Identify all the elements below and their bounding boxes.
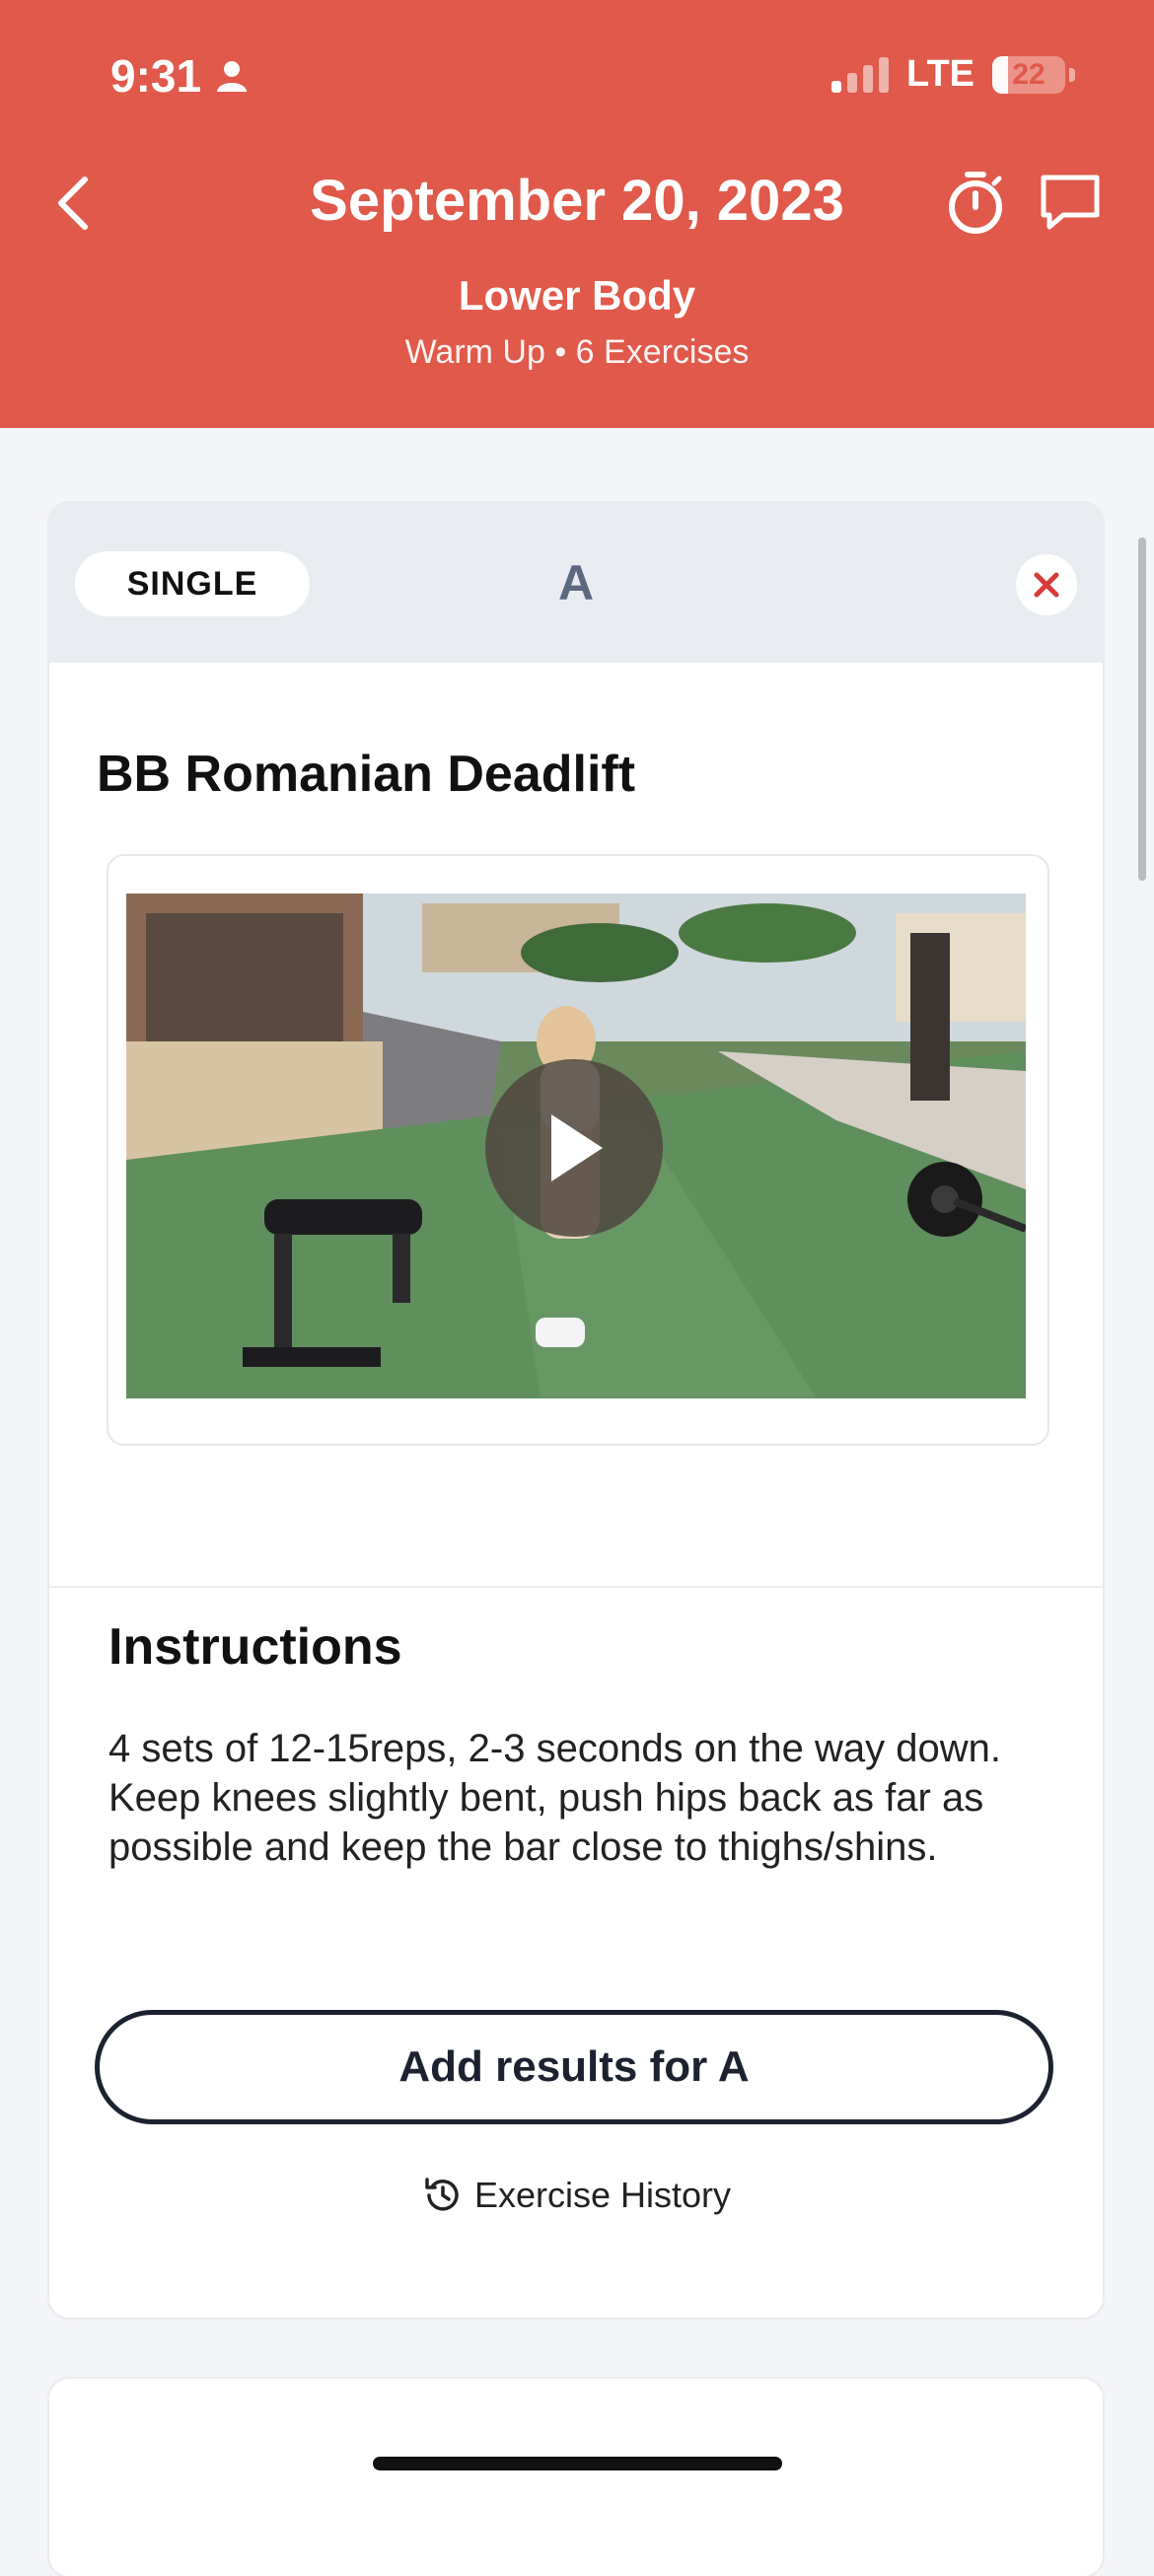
person-icon — [217, 61, 248, 92]
instructions-text: 4 sets of 12-15reps, 2-3 seconds on the … — [108, 1727, 1001, 1869]
exercise-group-label: A — [557, 555, 595, 610]
home-indicator[interactable] — [373, 2457, 782, 2470]
chat-bubble-icon — [1041, 175, 1100, 230]
exercise-history-label: Exercise History — [473, 2175, 732, 2215]
stopwatch-icon — [949, 172, 1002, 234]
exercise-title: BB Romanian Deadlift — [97, 746, 636, 803]
exercise-card-header: SINGLE A — [49, 503, 1103, 663]
status-time: 9:31 — [110, 49, 249, 103]
history-icon — [425, 2178, 459, 2211]
workout-meta: Warm Up • 6 Exercises — [404, 333, 750, 371]
scrollbar[interactable] — [1138, 537, 1146, 881]
chat-button[interactable] — [1036, 168, 1105, 237]
top-header: 9:31 LTE 22 September 20, 2023 Lower Bod… — [0, 0, 1154, 428]
network-label: LTE — [906, 53, 974, 95]
add-results-button[interactable]: Add results for A — [95, 2010, 1053, 2124]
exercise-history-link[interactable]: Exercise History — [49, 2174, 1103, 2217]
section-divider — [49, 1586, 1103, 1588]
play-icon — [551, 1114, 603, 1181]
timer-button[interactable] — [941, 168, 1010, 237]
exercise-video[interactable] — [126, 894, 1026, 1398]
workout-name: Lower Body — [458, 272, 696, 319]
battery-icon: 22 — [992, 55, 1065, 94]
remove-exercise-button[interactable] — [1016, 554, 1077, 615]
signal-icon — [831, 56, 890, 93]
status-indicators: LTE 22 — [831, 53, 1075, 96]
next-exercise-card — [49, 2379, 1103, 2576]
instructions-heading: Instructions — [108, 1618, 402, 1676]
exercise-card: SINGLE A BB Romanian Deadlift Instructio… — [49, 503, 1103, 2318]
play-button[interactable] — [485, 1059, 663, 1237]
close-icon — [1034, 572, 1059, 598]
